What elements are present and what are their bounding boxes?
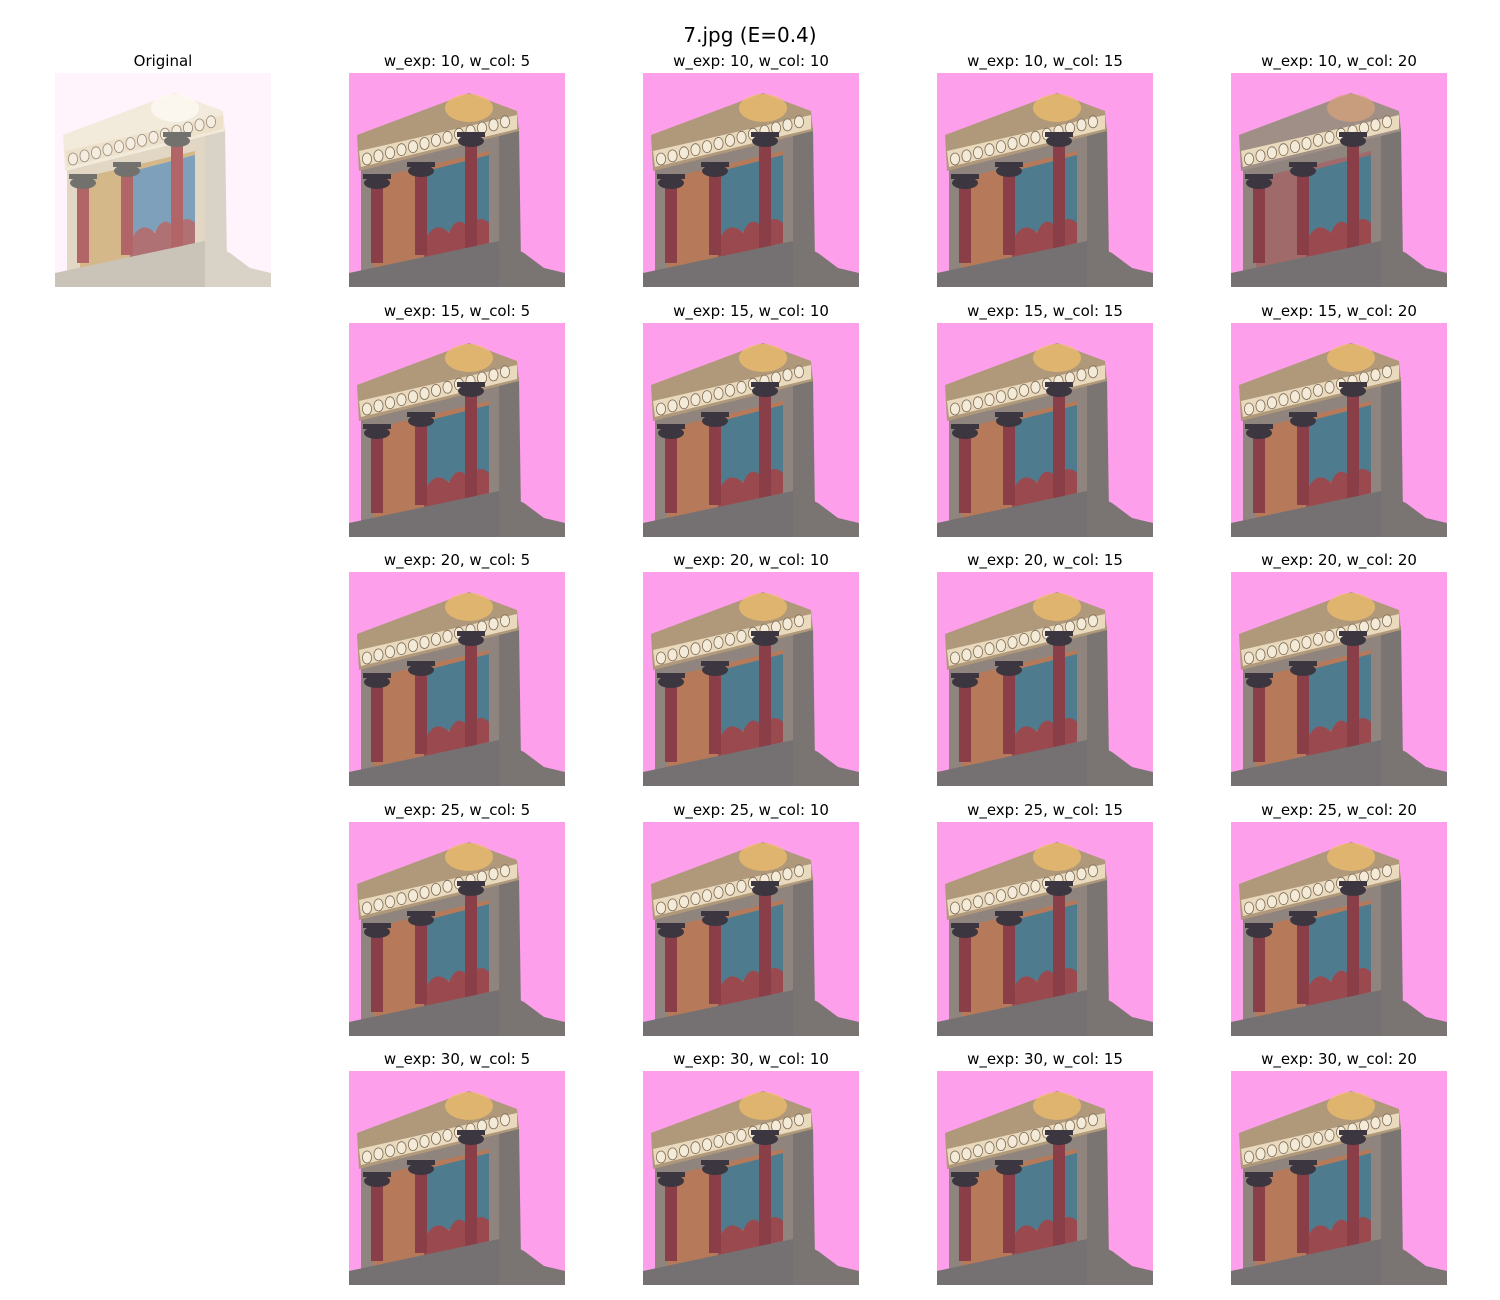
result-panel: w_exp: 15, w_col: 20 — [1231, 302, 1447, 537]
enhanced-photo — [643, 572, 859, 786]
result-panel: w_exp: 15, w_col: 5 — [349, 302, 565, 537]
result-panel: w_exp: 30, w_col: 20 — [1231, 1050, 1447, 1285]
enhanced-photo — [937, 323, 1153, 537]
enhanced-photo — [349, 323, 565, 537]
enhanced-photo — [643, 822, 859, 1036]
panel-title: w_exp: 15, w_col: 15 — [967, 302, 1123, 320]
enhanced-photo — [1231, 73, 1447, 287]
result-panel: w_exp: 25, w_col: 20 — [1231, 801, 1447, 1036]
panel-title: w_exp: 10, w_col: 15 — [967, 52, 1123, 70]
result-panel: w_exp: 10, w_col: 5 — [349, 52, 565, 287]
result-panel: w_exp: 30, w_col: 10 — [643, 1050, 859, 1285]
enhanced-photo — [937, 73, 1153, 287]
enhanced-photo — [937, 1071, 1153, 1285]
result-panel: w_exp: 20, w_col: 20 — [1231, 551, 1447, 786]
panel-title: w_exp: 25, w_col: 5 — [383, 801, 531, 819]
panel-title: w_exp: 10, w_col: 20 — [1261, 52, 1417, 70]
result-panel: w_exp: 25, w_col: 5 — [349, 801, 565, 1036]
enhanced-photo — [643, 323, 859, 537]
enhanced-photo — [643, 1071, 859, 1285]
enhanced-photo — [937, 822, 1153, 1036]
panel-title: w_exp: 10, w_col: 5 — [383, 52, 531, 70]
panel-title: w_exp: 25, w_col: 15 — [967, 801, 1123, 819]
enhanced-photo — [937, 572, 1153, 786]
panel-title: w_exp: 10, w_col: 10 — [673, 52, 829, 70]
result-panel: w_exp: 30, w_col: 15 — [937, 1050, 1153, 1285]
panel-title: w_exp: 25, w_col: 10 — [673, 801, 829, 819]
panel-title: Original — [133, 52, 193, 70]
panel-title: w_exp: 20, w_col: 20 — [1261, 551, 1417, 569]
enhanced-photo — [1231, 822, 1447, 1036]
enhanced-photo — [643, 73, 859, 287]
panel-title: w_exp: 15, w_col: 20 — [1261, 302, 1417, 320]
panel-title: w_exp: 30, w_col: 5 — [383, 1050, 531, 1068]
panel-title: w_exp: 30, w_col: 20 — [1261, 1050, 1417, 1068]
original-photo — [55, 73, 271, 287]
enhanced-photo — [349, 1071, 565, 1285]
enhanced-photo — [1231, 1071, 1447, 1285]
panel-title: w_exp: 25, w_col: 20 — [1261, 801, 1417, 819]
panel-title: w_exp: 20, w_col: 15 — [967, 551, 1123, 569]
result-panel: w_exp: 10, w_col: 10 — [643, 52, 859, 287]
result-panel: w_exp: 10, w_col: 15 — [937, 52, 1153, 287]
panel-title: w_exp: 20, w_col: 10 — [673, 551, 829, 569]
enhanced-photo — [1231, 323, 1447, 537]
enhanced-photo — [1231, 572, 1447, 786]
original-panel: Original — [55, 52, 271, 287]
result-panel: w_exp: 20, w_col: 15 — [937, 551, 1153, 786]
enhanced-photo — [349, 822, 565, 1036]
panel-title: w_exp: 20, w_col: 5 — [383, 551, 531, 569]
result-panel: w_exp: 15, w_col: 15 — [937, 302, 1153, 537]
panel-title: w_exp: 15, w_col: 5 — [383, 302, 531, 320]
figure-title: 7.jpg (E=0.4) — [683, 23, 817, 47]
result-panel: w_exp: 30, w_col: 5 — [349, 1050, 565, 1285]
panel-title: w_exp: 15, w_col: 10 — [673, 302, 829, 320]
enhanced-photo — [349, 572, 565, 786]
result-panel: w_exp: 10, w_col: 20 — [1231, 52, 1447, 287]
result-panel: w_exp: 25, w_col: 15 — [937, 801, 1153, 1036]
result-panel: w_exp: 20, w_col: 10 — [643, 551, 859, 786]
result-panel: w_exp: 15, w_col: 10 — [643, 302, 859, 537]
enhanced-photo — [349, 73, 565, 287]
result-panel: w_exp: 20, w_col: 5 — [349, 551, 565, 786]
panel-title: w_exp: 30, w_col: 15 — [967, 1050, 1123, 1068]
result-panel: w_exp: 25, w_col: 10 — [643, 801, 859, 1036]
panel-title: w_exp: 30, w_col: 10 — [673, 1050, 829, 1068]
